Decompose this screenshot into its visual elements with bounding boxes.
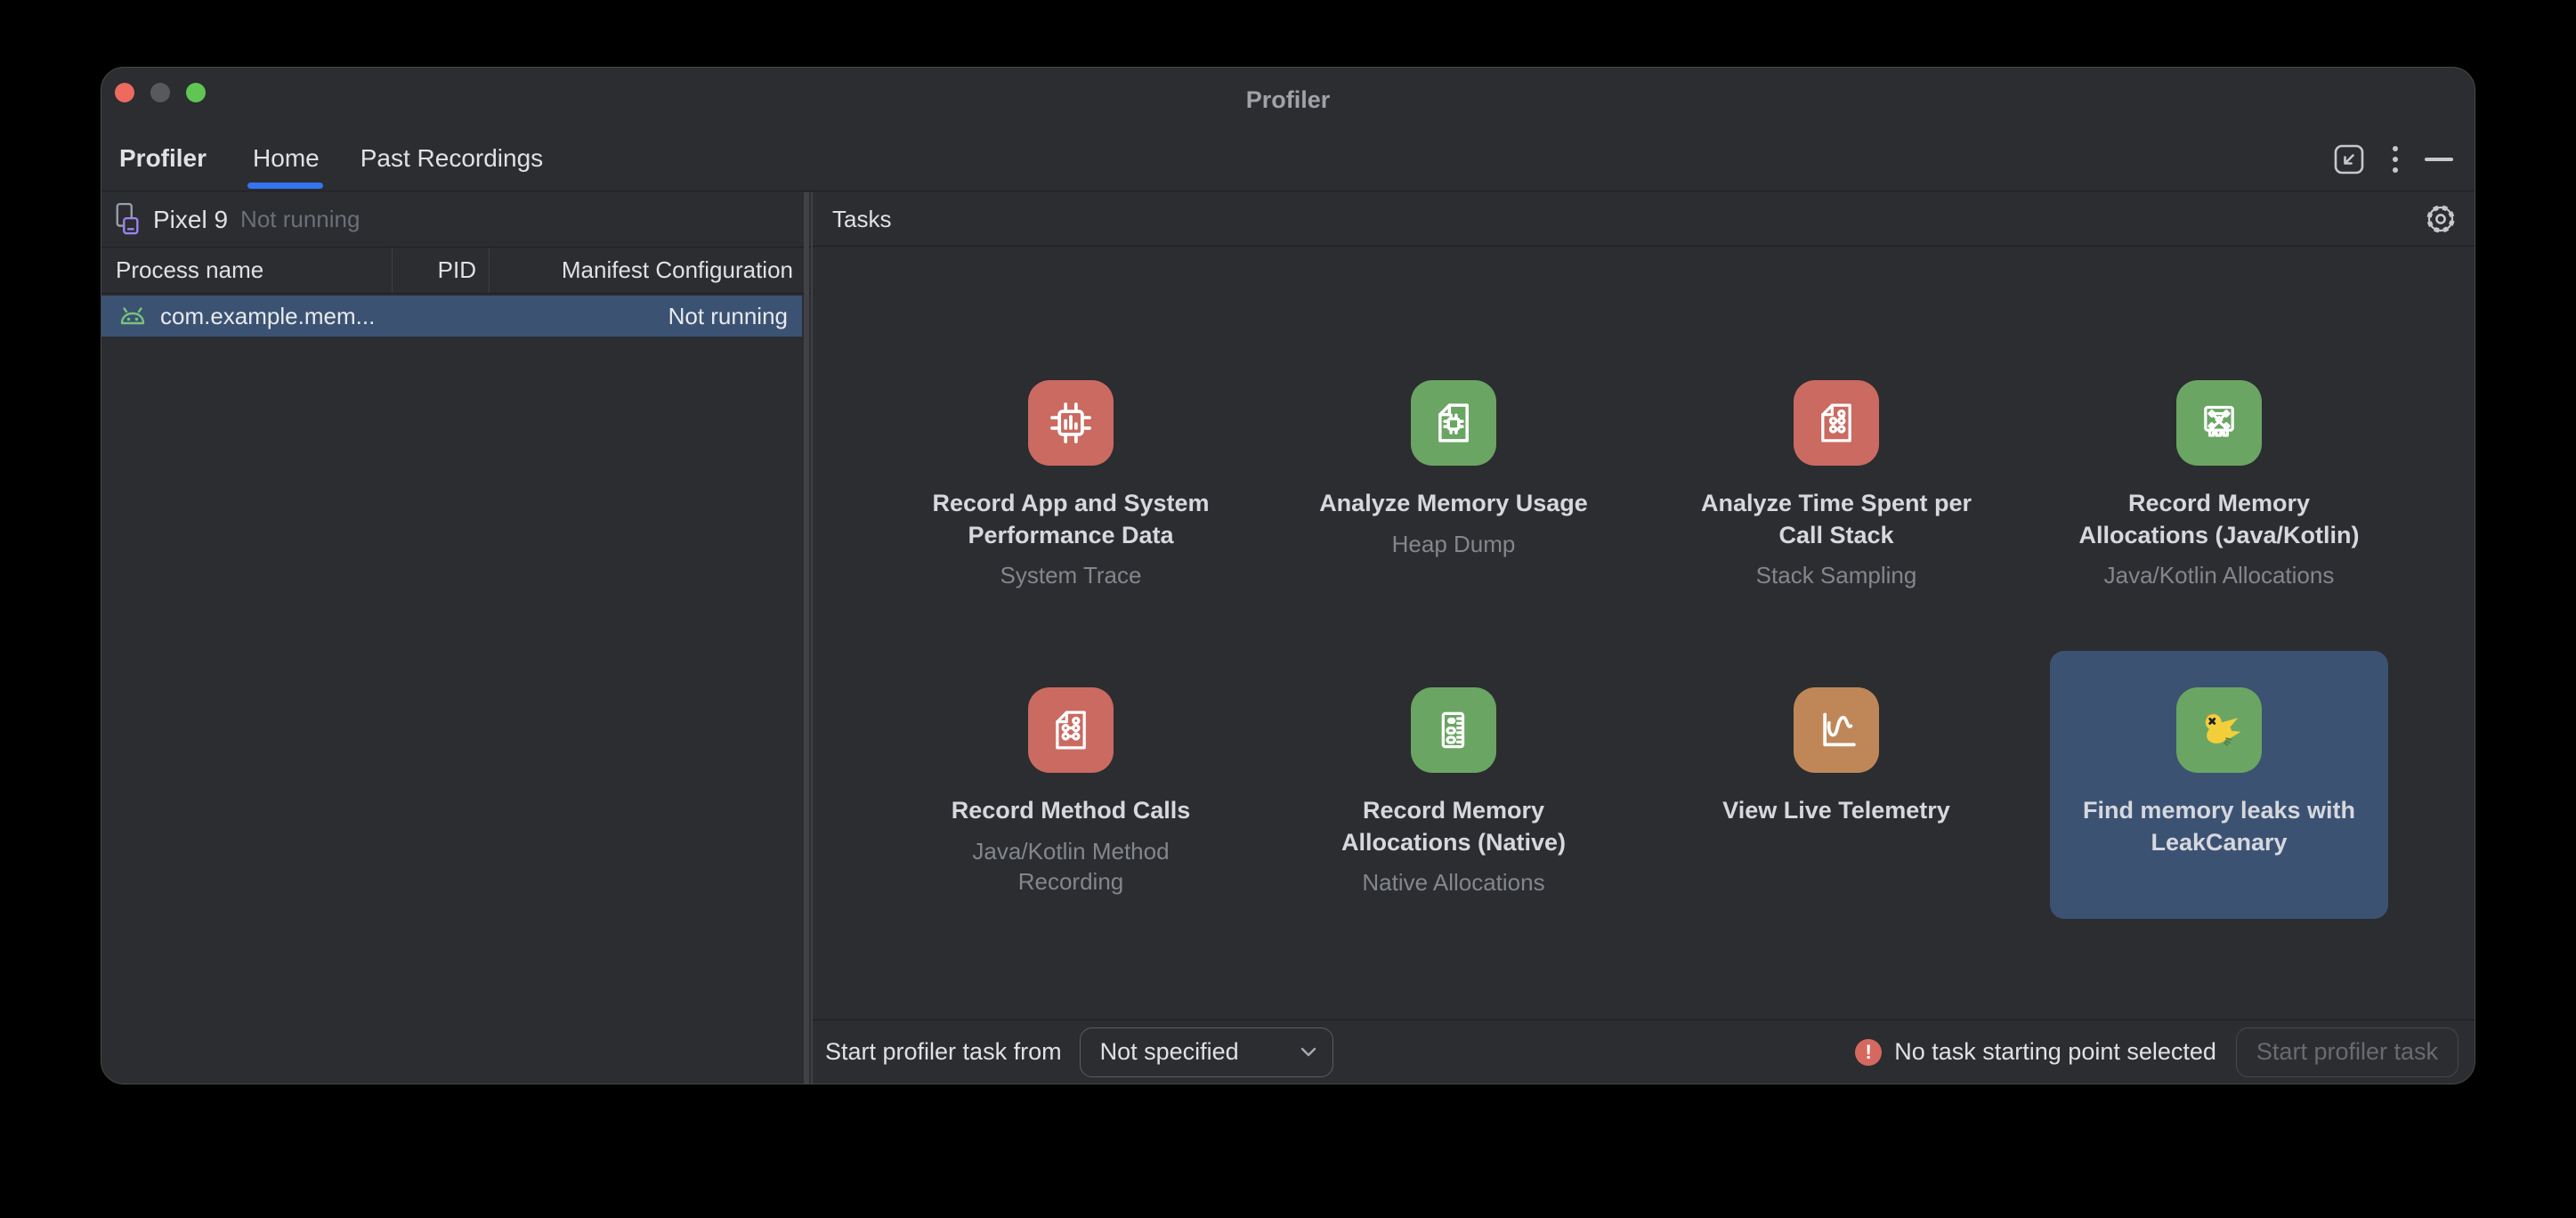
task-title: Analyze Time Spent per Call Stack: [1701, 488, 1972, 551]
task-title: Analyze Memory Usage: [1319, 488, 1588, 520]
process-row-selected[interactable]: com.example.mem... Not running: [101, 296, 802, 337]
device-name: Pixel 9: [153, 206, 228, 234]
hide-toolwindow-icon[interactable]: [2425, 158, 2453, 161]
profiler-window: Profiler Profiler Home Past Recordings: [101, 67, 2475, 1084]
warning-group: ! No task starting point selected: [1855, 1038, 2216, 1066]
tasks-title: Tasks: [832, 206, 891, 233]
task-card-leakcanary[interactable]: Find memory leaks with LeakCanary: [2050, 651, 2388, 919]
warning-icon: !: [1855, 1039, 1882, 1066]
active-tab-indicator: [247, 183, 323, 189]
memory-graph-icon: [2176, 380, 2262, 466]
process-list-panel: Pixel 9 Not running Process name PID Man…: [101, 192, 813, 1084]
process-table-header: Process name PID Manifest Configuration: [101, 248, 811, 294]
process-name: com.example.mem...: [160, 303, 375, 330]
tasks-panel: Tasks R: [813, 192, 2475, 1084]
window-title: Profiler: [101, 68, 2475, 126]
tab-home[interactable]: Home: [253, 144, 320, 173]
tab-bar: Profiler Home Past Recordings: [101, 126, 2475, 191]
footer-bar: Start profiler task from Not specified !…: [813, 1019, 2475, 1084]
start-from-label: Start profiler task from: [825, 1038, 1062, 1066]
document-chip-icon: [1411, 380, 1496, 466]
starting-point-dropdown[interactable]: Not specified: [1080, 1027, 1333, 1077]
column-process-name[interactable]: Process name: [101, 248, 392, 293]
task-card-java-kotlin-allocations[interactable]: Record Memory Allocations (Java/Kotlin) …: [2050, 344, 2388, 612]
task-title: View Live Telemetry: [1722, 795, 1950, 827]
tasks-grid: Record App and System Performance Data S…: [879, 344, 2410, 986]
task-subtitle: Stack Sampling: [1756, 560, 1917, 590]
task-card-stack-sampling[interactable]: Analyze Time Spent per Call Stack Stack …: [1667, 344, 2005, 612]
task-title: Record App and System Performance Data: [932, 488, 1209, 551]
task-title: Record Memory Allocations (Java/Kotlin): [2078, 488, 2359, 551]
task-title: Find memory leaks with LeakCanary: [2083, 795, 2355, 858]
task-card-native-allocations[interactable]: Record Memory Allocations (Native) Nativ…: [1284, 651, 1623, 919]
task-subtitle: Java/Kotlin Method Recording: [972, 836, 1169, 897]
task-card-system-trace[interactable]: Record App and System Performance Data S…: [902, 344, 1240, 612]
telemetry-icon: [1794, 687, 1879, 773]
device-icon: [114, 201, 142, 239]
tab-past-recordings[interactable]: Past Recordings: [360, 144, 543, 173]
cpu-bars-icon: [1028, 380, 1114, 466]
titlebar: Profiler: [101, 68, 2475, 126]
more-options-icon[interactable]: [2389, 142, 2402, 176]
start-profiler-task-button[interactable]: Start profiler task: [2236, 1027, 2459, 1077]
scrollbar[interactable]: [804, 192, 809, 1084]
main-content: Pixel 9 Not running Process name PID Man…: [101, 192, 2475, 1084]
task-card-live-telemetry[interactable]: View Live Telemetry: [1667, 651, 2005, 919]
task-title: Record Memory Allocations (Native): [1341, 795, 1566, 858]
document-methods-icon: [1028, 687, 1114, 773]
warning-text: No task starting point selected: [1894, 1038, 2216, 1066]
task-subtitle: Heap Dump: [1392, 529, 1516, 559]
task-card-method-recording[interactable]: Record Method Calls Java/Kotlin Method R…: [902, 651, 1240, 919]
leakcanary-bird-icon: [2176, 687, 2262, 773]
column-pid[interactable]: PID: [392, 248, 489, 293]
gear-icon[interactable]: [2421, 199, 2460, 239]
device-row[interactable]: Pixel 9 Not running: [101, 192, 811, 248]
process-manifest-status: Not running: [668, 303, 788, 330]
memory-blocks-icon: [1411, 687, 1496, 773]
task-card-heap-dump[interactable]: Analyze Memory Usage Heap Dump: [1284, 344, 1623, 612]
tool-window-label: Profiler: [119, 144, 207, 173]
android-icon: [117, 304, 148, 328]
dropdown-value: Not specified: [1100, 1038, 1300, 1066]
task-subtitle: System Trace: [1000, 560, 1142, 590]
task-subtitle: Java/Kotlin Allocations: [2104, 560, 2335, 590]
task-title: Record Method Calls: [952, 795, 1191, 827]
task-subtitle: Native Allocations: [1362, 867, 1544, 897]
document-callstack-icon: [1794, 380, 1879, 466]
chevron-down-icon: [1300, 1047, 1316, 1057]
device-status: Not running: [240, 206, 360, 233]
column-manifest-configuration[interactable]: Manifest Configuration: [489, 248, 811, 293]
dock-window-icon[interactable]: [2332, 142, 2366, 176]
tasks-header: Tasks: [813, 192, 2475, 247]
tabbar-actions: [2332, 126, 2453, 191]
